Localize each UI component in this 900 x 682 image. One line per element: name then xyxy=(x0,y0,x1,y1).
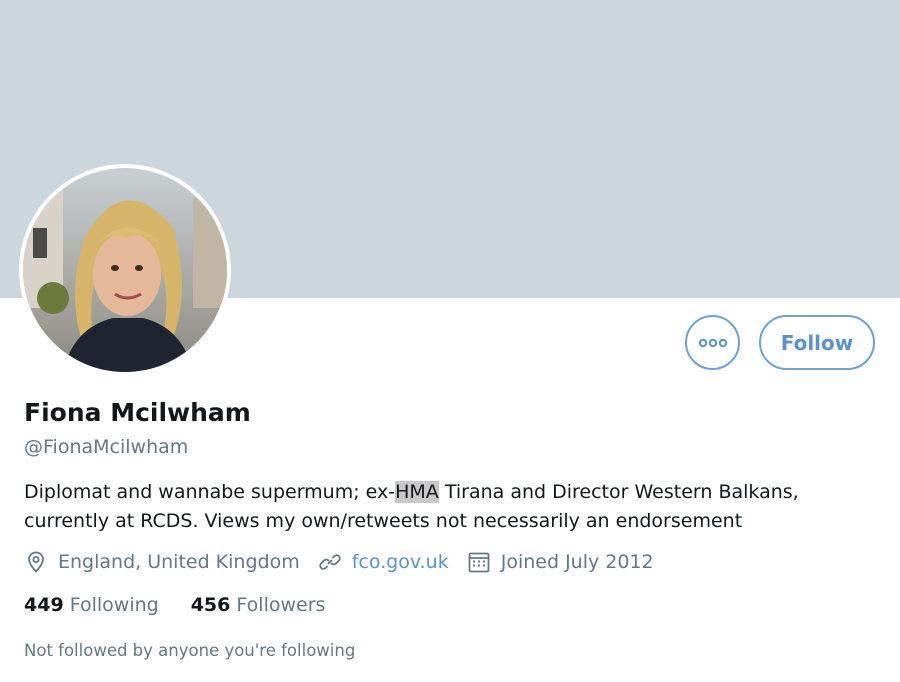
location-pin-icon xyxy=(24,550,48,574)
profile-meta: England, United Kingdom fco.gov.uk Joine… xyxy=(24,550,672,574)
profile-bio: Diplomat and wannabe supermum; ex-HMA Ti… xyxy=(24,478,884,536)
avatar-photo[interactable] xyxy=(23,168,227,372)
followers-stat[interactable]: 456 Followers xyxy=(191,594,326,616)
link-icon xyxy=(318,550,342,574)
avatar[interactable] xyxy=(19,164,231,376)
join-date: Joined July 2012 xyxy=(467,550,654,574)
followers-label: Followers xyxy=(236,594,326,616)
calendar-icon xyxy=(467,550,491,574)
location: England, United Kingdom xyxy=(24,550,300,574)
bio-text-start: Diplomat and wannabe supermum; ex- xyxy=(24,481,396,503)
following-count: 449 xyxy=(24,594,64,616)
join-date-text: Joined July 2012 xyxy=(500,551,654,573)
follow-button[interactable]: Follow xyxy=(759,315,875,370)
bio-highlight: HMA xyxy=(395,481,439,503)
following-label: Following xyxy=(69,594,159,616)
location-text: England, United Kingdom xyxy=(58,551,300,573)
followed-by-note: Not followed by anyone you're following xyxy=(24,641,356,660)
more-icon xyxy=(698,338,727,347)
profile-name: Fiona Mcilwham xyxy=(24,398,251,427)
profile-stats: 449 Following 456 Followers xyxy=(24,594,357,616)
following-stat[interactable]: 449 Following xyxy=(24,594,159,616)
website[interactable]: fco.gov.uk xyxy=(318,550,449,574)
more-options-button[interactable] xyxy=(685,315,740,370)
website-link[interactable]: fco.gov.uk xyxy=(352,551,449,573)
profile-handle: @FionaMcilwham xyxy=(24,436,189,458)
followers-count: 456 xyxy=(190,594,231,616)
